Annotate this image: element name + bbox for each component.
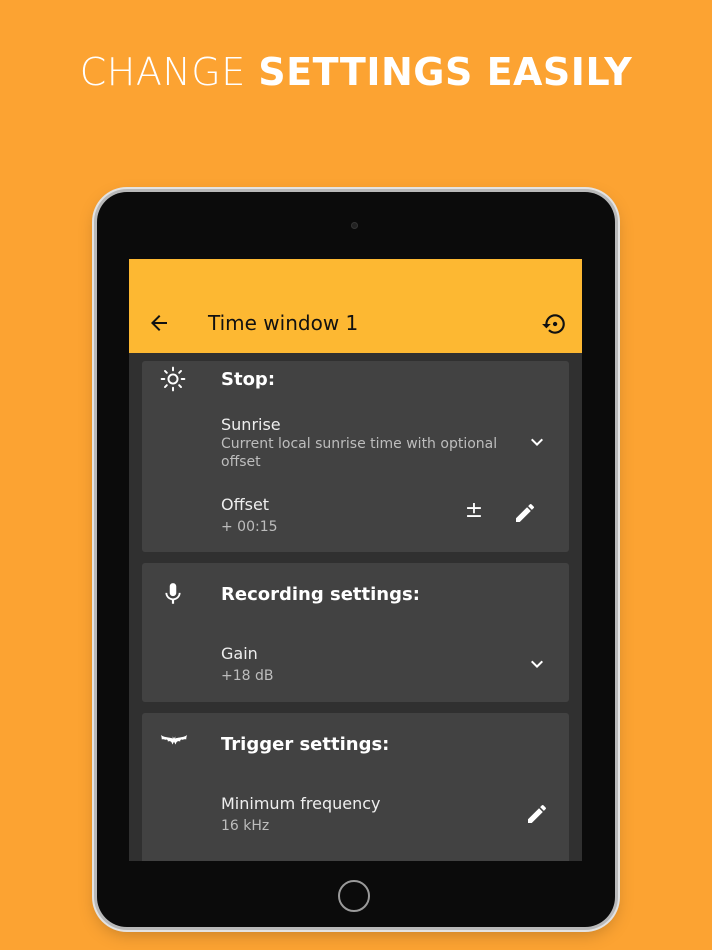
minimum-frequency-label: Minimum frequency (221, 794, 381, 813)
edit-icon[interactable] (513, 501, 537, 525)
home-button[interactable] (338, 880, 370, 912)
gain-value: +18 dB (221, 668, 274, 684)
sunrise-mode-description: Current local sunrise time with optional… (221, 436, 498, 470)
stop-section-title: Stop: (221, 369, 276, 390)
headline-bold: SETTINGS EASILY (258, 50, 633, 94)
gain-label: Gain (221, 644, 258, 663)
arrow-back-icon[interactable] (147, 311, 171, 335)
headline-light: CHANGE (79, 50, 259, 94)
trigger-section-title: Trigger settings: (221, 734, 390, 755)
tablet-camera (351, 222, 358, 229)
sun-icon (160, 366, 186, 392)
offset-value: + 00:15 (221, 519, 278, 535)
recording-section-title: Recording settings: (221, 584, 420, 605)
headline: CHANGE SETTINGS EASILY (0, 50, 712, 94)
page-title: Time window 1 (208, 311, 359, 335)
trigger-settings-card: Trigger settings: Minimum frequency 16 k… (142, 713, 569, 861)
recording-settings-card: Recording settings: Gain +18 dB (142, 563, 569, 702)
restore-icon[interactable] (541, 311, 567, 337)
plus-minus-button[interactable]: ± (462, 499, 486, 523)
edit-icon[interactable] (525, 802, 549, 826)
offset-label: Offset (221, 495, 270, 514)
chevron-down-icon[interactable] (525, 430, 549, 454)
chevron-down-icon[interactable] (525, 652, 549, 676)
microphone-icon (165, 583, 181, 604)
app-screen: Time window 1 Stop: Sunrise Current loca… (129, 259, 582, 861)
stop-card: Stop: Sunrise Current local sunrise time… (142, 361, 569, 552)
app-bar: Time window 1 (129, 259, 582, 353)
bat-icon (160, 735, 188, 745)
sunrise-mode-label: Sunrise (221, 415, 281, 434)
minimum-frequency-value: 16 kHz (221, 818, 270, 834)
